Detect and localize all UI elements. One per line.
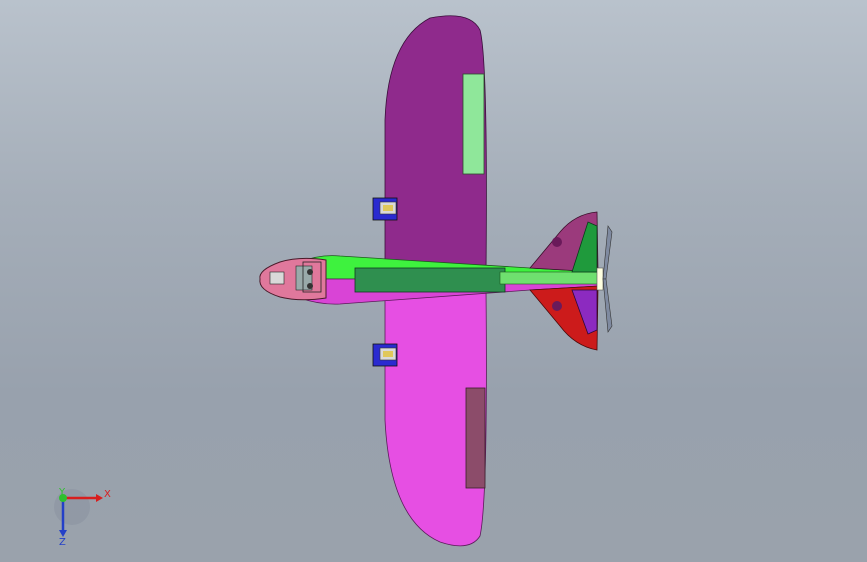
axis-triad: X Y Z — [54, 487, 111, 548]
z-axis-label: Z — [59, 537, 66, 548]
cad-viewport[interactable]: X Y Z — [0, 0, 867, 562]
y-axis-label: Y — [58, 487, 66, 498]
z-axis-head — [59, 530, 67, 537]
x-axis-head — [96, 494, 103, 502]
x-axis-label: X — [104, 489, 111, 500]
